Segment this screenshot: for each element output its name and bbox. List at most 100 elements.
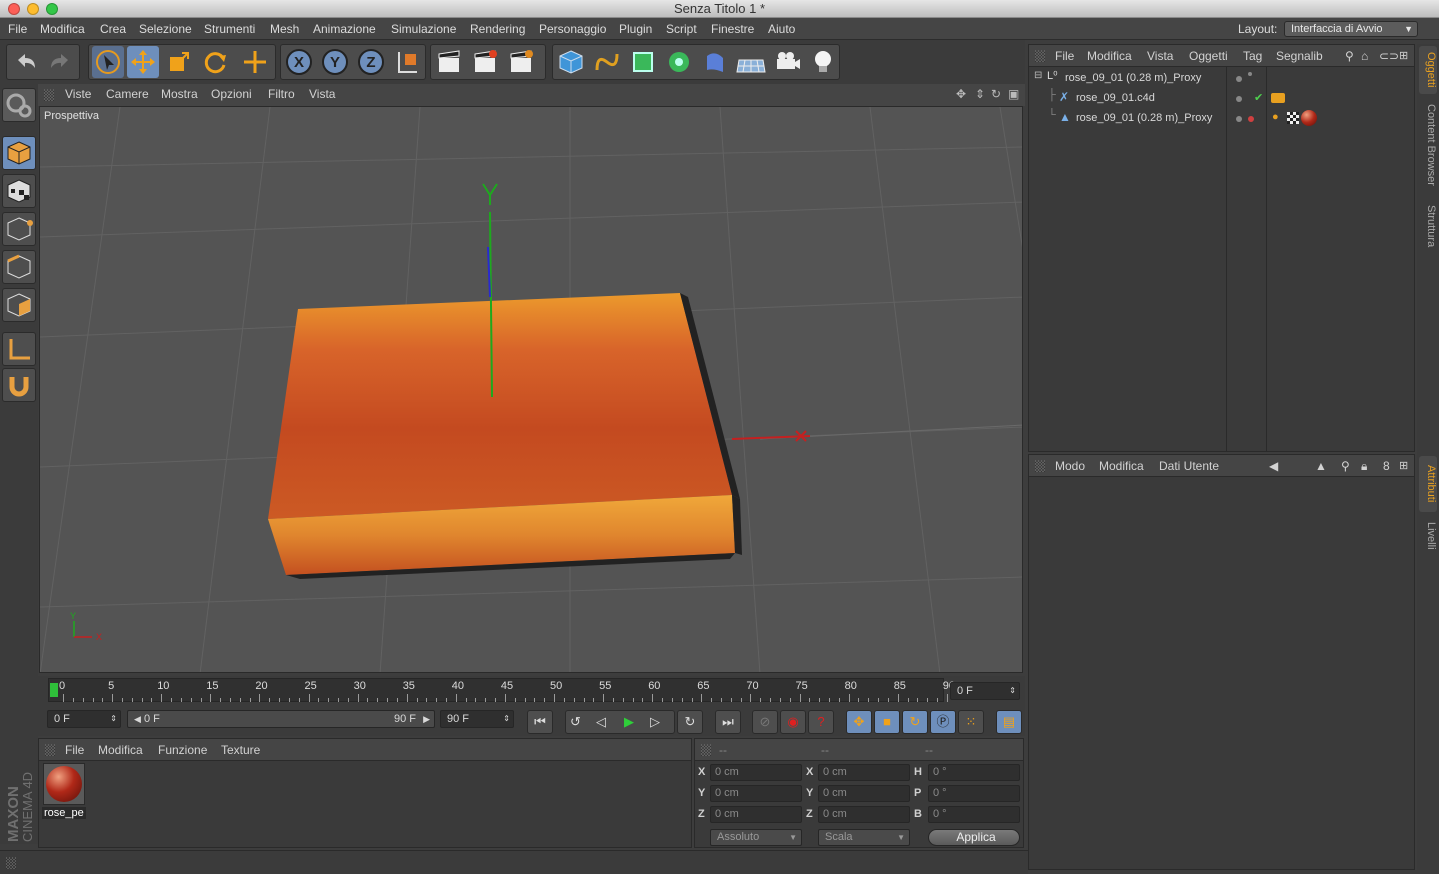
key-position-button[interactable]: ✥ [846,710,872,734]
camera-object-button[interactable] [771,46,803,78]
viewport-menu-opzioni[interactable]: Opzioni [211,87,252,101]
scale-tool-button[interactable] [163,46,195,78]
menu-selezione[interactable]: Selezione [139,22,192,36]
tab-struttura[interactable]: Struttura [1419,198,1437,254]
rot-p-field[interactable]: 0 ° [928,785,1020,802]
object-menu-file[interactable]: File [1055,49,1074,63]
spline-pen-button[interactable] [591,46,623,78]
material-menu-file[interactable]: File [65,743,84,757]
z-axis-lock-button[interactable]: Z [355,46,387,78]
display-tag-icon[interactable] [1271,93,1285,103]
link-icon[interactable]: ⊂⊃ [1379,49,1399,63]
object-row[interactable]: ⊟ L⁰ rose_09_01 (0.28 m)_Proxy [1030,69,1414,89]
layout-select[interactable]: Interfaccia di Avvio ▼ [1284,21,1418,37]
pos-y-field[interactable]: 0 cm [710,785,802,802]
axis-mode-button[interactable] [2,332,36,366]
viewport-menu-vista[interactable]: Vista [309,87,335,101]
material-swatch[interactable]: rose_pe [42,763,86,819]
phong-tag-icon[interactable]: ● [1272,111,1279,123]
key-rotation-button[interactable]: ↻ [902,710,928,734]
key-parameter-button[interactable]: Ⓟ [930,710,956,734]
deformer-button[interactable] [699,46,731,78]
previous-key-button[interactable]: ↺ [570,711,581,733]
point-mode-button[interactable] [2,212,36,246]
viewport-zoom-icon[interactable]: ⇕ [975,87,985,101]
render-settings-button[interactable] [505,46,537,78]
object-row[interactable]: └ ▲ rose_09_01 (0.28 m)_Proxy ● [1030,109,1414,129]
size-x-field[interactable]: 0 cm [818,764,910,781]
render-view-button[interactable] [433,46,465,78]
home-icon[interactable]: ⌂ [1361,49,1368,63]
minimize-window-button[interactable] [27,3,39,15]
checkmark-icon[interactable]: ✔ [1254,91,1263,104]
menu-finestre[interactable]: Finestre [711,22,754,36]
search-icon[interactable]: ⚲ [1345,49,1354,63]
menu-animazione[interactable]: Animazione [313,22,376,36]
viewport-perspective[interactable]: Y X Prospettiva [39,106,1023,673]
tab-attributi[interactable]: Attributi [1419,456,1437,512]
viewport-menu-filtro[interactable]: Filtro [268,87,295,101]
array-object-button[interactable] [663,46,695,78]
editor-visibility-dot[interactable] [1236,96,1242,102]
collapse-icon[interactable]: ⊟ [1034,70,1042,81]
undo-button[interactable] [9,46,41,78]
menu-personaggio[interactable]: Personaggio [539,22,606,36]
render-visibility-dot[interactable] [1248,72,1252,76]
close-window-button[interactable] [8,3,20,15]
viewport-maximize-icon[interactable]: ▣ [1008,87,1019,101]
new-window-icon[interactable]: ⊞ [1399,459,1408,472]
material-menu-texture[interactable]: Texture [221,743,260,757]
material-menu-modifica[interactable]: Modifica [98,743,143,757]
editable-mode-button[interactable] [2,88,36,122]
snapping-button[interactable] [2,368,36,402]
rot-b-field[interactable]: 0 ° [928,806,1020,823]
viewport-menu-viste[interactable]: Viste [65,87,91,101]
menu-mesh[interactable]: Mesh [270,22,299,36]
step-forward-button[interactable]: ▷ [650,711,660,733]
start-frame-field[interactable]: 0 F ⇕ [47,710,121,728]
menu-simulazione[interactable]: Simulazione [391,22,456,36]
tab-livelli[interactable]: Livelli [1419,516,1437,556]
select-tool-button[interactable] [92,46,124,78]
coord-size-select[interactable]: Scala ▼ [818,829,910,846]
lock-icon[interactable]: 🔒︎ [1361,459,1367,474]
live-selection-button[interactable] [239,46,271,78]
object-menu-segnalib[interactable]: Segnalib [1276,49,1323,63]
drag-handle-icon[interactable] [701,744,711,756]
menu-plugin[interactable]: Plugin [619,22,652,36]
polygon-mode-button[interactable] [2,288,36,322]
back-arrow-icon[interactable]: ◀ [1269,459,1278,473]
uvw-tag-icon[interactable] [1287,112,1299,124]
play-button[interactable]: ▶ [624,711,634,733]
object-menu-vista[interactable]: Vista [1147,49,1173,63]
up-arrow-icon[interactable]: ▲ [1315,459,1327,473]
drag-handle-icon[interactable] [1035,460,1045,472]
editor-visibility-dot[interactable] [1236,76,1242,82]
go-to-start-button[interactable]: ⏮ [527,710,553,734]
menu-crea[interactable]: Crea [100,22,126,36]
drag-handle-icon[interactable] [1035,50,1045,62]
viewport-menu-mostra[interactable]: Mostra [161,87,198,101]
material-tag-icon[interactable] [1301,110,1317,126]
attribute-menu-modifica[interactable]: Modifica [1099,459,1144,473]
key-scale-button[interactable]: ■ [874,710,900,734]
size-y-field[interactable]: 0 cm [818,785,910,802]
link-icon[interactable]: 8 [1383,459,1390,473]
new-window-icon[interactable]: ⊞ [1399,49,1408,62]
pos-z-field[interactable]: 0 cm [710,806,802,823]
size-z-field[interactable]: 0 cm [818,806,910,823]
render-picture-viewer-button[interactable] [469,46,501,78]
redo-button[interactable] [45,46,77,78]
model-mode-button[interactable] [2,136,36,170]
x-axis-lock-button[interactable]: X [283,46,315,78]
timeline-ruler[interactable]: 0 5 10 15 20 25 30 35 40 45 50 55 60 65 70 75 80 85 90 [48,678,955,702]
light-object-button[interactable] [807,46,839,78]
edge-mode-button[interactable] [2,250,36,284]
move-tool-button[interactable] [127,46,159,78]
menu-file[interactable]: File [8,22,27,36]
menu-rendering[interactable]: Rendering [470,22,525,36]
record-keys-button[interactable]: ⊘ [752,710,778,734]
end-frame-field[interactable]: 90 F ⇕ [440,710,514,728]
viewport-pan-icon[interactable]: ✥ [956,87,966,101]
tab-oggetti[interactable]: Oggetti [1419,46,1437,94]
